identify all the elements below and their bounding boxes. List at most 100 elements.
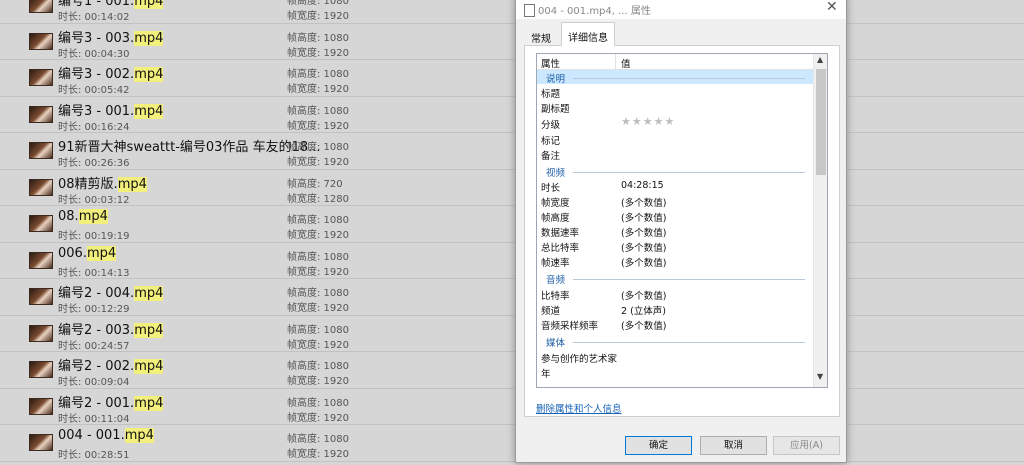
file-name: 08.mp4 — [58, 209, 108, 224]
remove-properties-link[interactable]: 删除属性和个人信息 — [536, 401, 622, 415]
section-media: 媒体 — [537, 334, 813, 349]
section-divider — [573, 78, 805, 79]
file-row[interactable]: 08.mp4 时长: 00:19:19 帧高度: 1080 帧宽度: 1920 — [0, 206, 1024, 243]
section-label: 说明 — [546, 74, 566, 85]
chevron-down-icon[interactable]: ▼ — [817, 372, 823, 381]
file-row[interactable]: 91新晋大神sweattt-编号03作品 车友的18... 时长: 00:26:3… — [0, 133, 1024, 170]
prop-row-channels[interactable]: 频道 2 (立体声) — [537, 302, 813, 317]
prop-value: (多个数值) — [621, 213, 667, 224]
file-frame-width: 帧宽度: 1280 — [287, 193, 349, 205]
video-thumbnail — [29, 0, 53, 13]
file-name: 004 - 001.mp4 — [58, 428, 154, 443]
file-extension-highlight: mp4 — [134, 286, 164, 301]
prop-row-frame-height[interactable]: 帧高度 (多个数值) — [537, 209, 813, 224]
file-row[interactable]: 编号2 - 002.mp4 时长: 00:09:04 帧高度: 1080 帧宽度: 1… — [0, 352, 1024, 389]
prop-value: 2 (立体声) — [621, 306, 666, 317]
file-row[interactable]: 08精剪版.mp4 时长: 00:03:12 帧高度: 720 帧宽度: 1280 — [0, 170, 1024, 206]
file-duration: 时长: 00:09:04 — [58, 377, 130, 388]
prop-row-sample-rate[interactable]: 音频采样频率 (多个数值) — [537, 317, 813, 332]
file-name-text: 91新晋大神sweattt-编号03作品 车友的18... — [58, 140, 321, 155]
prop-row-title[interactable]: 标题 — [537, 85, 813, 100]
section-description[interactable]: 说明 — [537, 70, 813, 85]
video-thumbnail — [29, 361, 53, 378]
scrollbar-thumb[interactable] — [816, 69, 826, 175]
tab-details[interactable]: 详细信息 — [561, 22, 615, 46]
prop-name: 频道 — [541, 306, 561, 317]
prop-name: 帧速率 — [541, 258, 570, 269]
file-duration: 时长: 00:04:30 — [58, 48, 130, 60]
vertical-scrollbar[interactable]: ▲ ▼ — [813, 54, 827, 387]
prop-name: 帧宽度 — [541, 198, 570, 209]
prop-row-year[interactable]: 年 — [537, 365, 813, 380]
section-label: 音频 — [546, 275, 566, 286]
file-row[interactable]: 编号3 - 002.mp4 时长: 00:05:42 帧高度: 1080 帧宽度: 1… — [0, 60, 1024, 97]
video-thumbnail — [29, 324, 53, 342]
file-frame-height: 帧高度: 1080 — [287, 142, 349, 153]
prop-row-length[interactable]: 时长 04:28:15 — [537, 179, 813, 194]
file-name: 编号2 - 002.mp4 — [58, 355, 164, 374]
file-duration: 时长: 00:24:57 — [58, 340, 130, 352]
file-name: 编号2 - 004.mp4 — [58, 282, 164, 301]
file-extension-highlight: mp4 — [134, 103, 164, 119]
file-row[interactable]: 编号2 - 003.mp4 时长: 00:24:57 帧高度: 1080 帧宽度: 1… — [0, 316, 1024, 352]
rating-stars-icon[interactable]: ★★★★★ — [621, 115, 675, 128]
file-name-text: 编号3 - 001. — [58, 103, 135, 119]
column-header-property[interactable]: 属性 — [541, 56, 560, 70]
prop-row-tags[interactable]: 标记 — [537, 132, 813, 147]
video-thumbnail — [29, 397, 53, 415]
prop-value: (多个数值) — [621, 291, 667, 302]
prop-row-frame-rate[interactable]: 帧速率 (多个数值) — [537, 254, 813, 269]
close-icon[interactable]: ✕ — [826, 0, 838, 15]
prop-row-rating[interactable]: 分级 ★★★★★ — [537, 115, 813, 131]
file-row[interactable]: 编号3 - 003.mp4 时长: 00:04:30 帧高度: 1080 帧宽度: 1… — [0, 24, 1024, 60]
file-extension-highlight: mp4 — [117, 176, 147, 192]
prop-row-frame-width[interactable]: 帧宽度 (多个数值) — [537, 194, 813, 209]
file-duration: 时长: 00:11:04 — [58, 413, 130, 425]
file-frame-width: 帧宽度: 1920 — [287, 339, 349, 351]
prop-name: 分级 — [541, 120, 561, 131]
file-row[interactable]: 006.mp4 时长: 00:14:13 帧高度: 1080 帧宽度: 1920 — [0, 243, 1024, 279]
column-header-value[interactable]: 值 — [621, 56, 631, 70]
file-name: 08精剪版.mp4 — [58, 173, 147, 192]
prop-name: 参与创作的艺术家 — [541, 354, 618, 365]
properties-dialog: 004 - 001.mp4, ... 属性 ✕ 常规 详细信息 属性 值 说明 … — [515, 0, 847, 463]
file-icon — [524, 4, 535, 17]
file-row[interactable]: 编号2 - 004.mp4 时长: 00:12:29 帧高度: 1080 帧宽度: 1… — [0, 279, 1024, 316]
file-name: 编号3 - 002.mp4 — [58, 63, 164, 82]
file-name-text: 编号2 - 003. — [58, 322, 135, 338]
prop-row-data-rate[interactable]: 数据速率 (多个数值) — [537, 224, 813, 239]
section-audio: 音频 — [537, 271, 813, 286]
file-duration: 时长: 00:03:12 — [58, 194, 130, 206]
file-frame-width: 帧宽度: 1920 — [287, 120, 349, 132]
prop-name: 帧高度 — [541, 213, 570, 224]
prop-row-contributing-artists[interactable]: 参与创作的艺术家 — [537, 350, 813, 365]
file-name: 91新晋大神sweattt-编号03作品 车友的18... — [58, 136, 321, 155]
file-row[interactable]: 编号1 - 001.mp4 时长: 00:14:02 帧高度: 1080 帧宽度: 1… — [0, 0, 1024, 24]
file-frame-width: 帧宽度: 1920 — [287, 412, 349, 424]
file-extension-highlight: mp4 — [124, 428, 154, 443]
file-frame-height: 帧高度: 720 — [287, 178, 343, 190]
file-frame-width: 帧宽度: 1920 — [287, 11, 349, 22]
apply-button[interactable]: 应用(A) — [773, 436, 840, 455]
file-frame-width: 帧宽度: 1920 — [287, 376, 349, 387]
prop-row-total-bitrate[interactable]: 总比特率 (多个数值) — [537, 239, 813, 254]
prop-row-comments[interactable]: 备注 — [537, 147, 813, 162]
ok-button[interactable]: 确定 — [625, 436, 692, 455]
prop-name: 备注 — [541, 151, 561, 162]
section-video: 视频 — [537, 164, 813, 179]
chevron-up-icon[interactable]: ▲ — [817, 55, 823, 64]
cancel-button[interactable]: 取消 — [700, 436, 767, 455]
file-frame-width: 帧宽度: 1920 — [287, 230, 349, 241]
file-duration: 时长: 00:26:36 — [58, 158, 130, 169]
file-row[interactable]: 编号3 - 001.mp4 时长: 00:16:24 帧高度: 1080 帧宽度: 1… — [0, 97, 1024, 133]
file-row[interactable]: 编号2 - 001.mp4 时长: 00:11:04 帧高度: 1080 帧宽度: 1… — [0, 389, 1024, 425]
video-thumbnail — [29, 288, 53, 305]
file-row[interactable]: 004 - 001.mp4 时长: 00:28:51 帧高度: 1080 帧宽度: 1… — [0, 425, 1024, 462]
file-name-text: 编号2 - 004. — [58, 286, 135, 301]
file-frame-width: 帧宽度: 1920 — [287, 449, 349, 460]
prop-row-bitrate[interactable]: 比特率 (多个数值) — [537, 287, 813, 302]
video-thumbnail — [29, 251, 53, 269]
prop-row-subtitle[interactable]: 副标题 — [537, 100, 813, 115]
file-frame-height: 帧高度: 1080 — [287, 288, 349, 299]
file-extension-highlight: mp4 — [134, 0, 164, 9]
